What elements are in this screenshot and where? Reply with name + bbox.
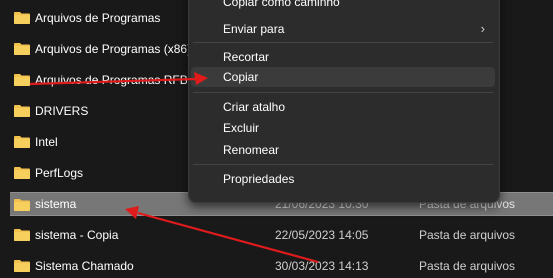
- folder-icon: [14, 167, 30, 179]
- menu-item-delete[interactable]: Excluir: [191, 118, 495, 138]
- chevron-right-icon: ›: [480, 21, 485, 36]
- menu-item-label: Propriedades: [223, 172, 295, 186]
- menu-item-label: Renomear: [223, 143, 280, 157]
- menu-item-copy[interactable]: Copiar: [191, 67, 495, 87]
- menu-item-copy-as-path[interactable]: Copiar como caminho: [191, 0, 495, 12]
- menu-item-cut[interactable]: Recortar: [191, 47, 495, 67]
- folder-icon: [14, 12, 30, 24]
- folder-icon: [14, 105, 30, 117]
- file-name: PerfLogs: [35, 166, 84, 180]
- menu-item-rename[interactable]: Renomear: [191, 140, 495, 160]
- file-type: Pasta de arquivos: [419, 228, 516, 242]
- file-name: Arquivos de Programas (x86): [35, 42, 192, 56]
- folder-icon: [14, 229, 30, 241]
- menu-item-properties[interactable]: Propriedades: [191, 169, 495, 189]
- menu-item-label: Copiar: [223, 70, 259, 84]
- file-name: Sistema Chamado: [35, 259, 134, 273]
- menu-separator: [193, 92, 493, 93]
- file-date: 22/05/2023 14:05: [275, 228, 369, 242]
- menu-item-label: Recortar: [223, 50, 270, 64]
- folder-icon: [14, 43, 30, 55]
- file-date: 30/03/2023 14:13: [275, 259, 369, 273]
- folder-icon: [14, 199, 30, 211]
- menu-item-label: Excluir: [223, 121, 260, 135]
- file-name: sistema - Copia: [35, 228, 119, 242]
- folder-icon: [14, 260, 30, 272]
- menu-item-label: Enviar para: [223, 22, 285, 36]
- menu-item-label: Copiar como caminho: [223, 0, 340, 9]
- menu-separator: [193, 164, 493, 165]
- file-name: Arquivos de Programas RFB: [35, 73, 188, 87]
- file-name: sistema: [35, 197, 77, 211]
- file-row[interactable]: Sistema Chamado 30/03/2023 14:13 Pasta d…: [10, 254, 553, 278]
- menu-item-send-to[interactable]: Enviar para ›: [191, 19, 495, 39]
- file-type: Pasta de arquivos: [419, 259, 516, 273]
- folder-icon: [14, 74, 30, 86]
- menu-item-create-shortcut[interactable]: Criar atalho: [191, 97, 495, 117]
- file-row[interactable]: sistema - Copia 22/05/2023 14:05 Pasta d…: [10, 223, 553, 247]
- file-name: Arquivos de Programas: [35, 11, 161, 25]
- context-menu: Copiar como caminho Enviar para › Recort…: [188, 0, 500, 203]
- folder-icon: [14, 136, 30, 148]
- file-name: Intel: [35, 135, 58, 149]
- file-name: DRIVERS: [35, 104, 89, 118]
- menu-separator: [193, 42, 493, 43]
- menu-item-label: Criar atalho: [223, 100, 286, 114]
